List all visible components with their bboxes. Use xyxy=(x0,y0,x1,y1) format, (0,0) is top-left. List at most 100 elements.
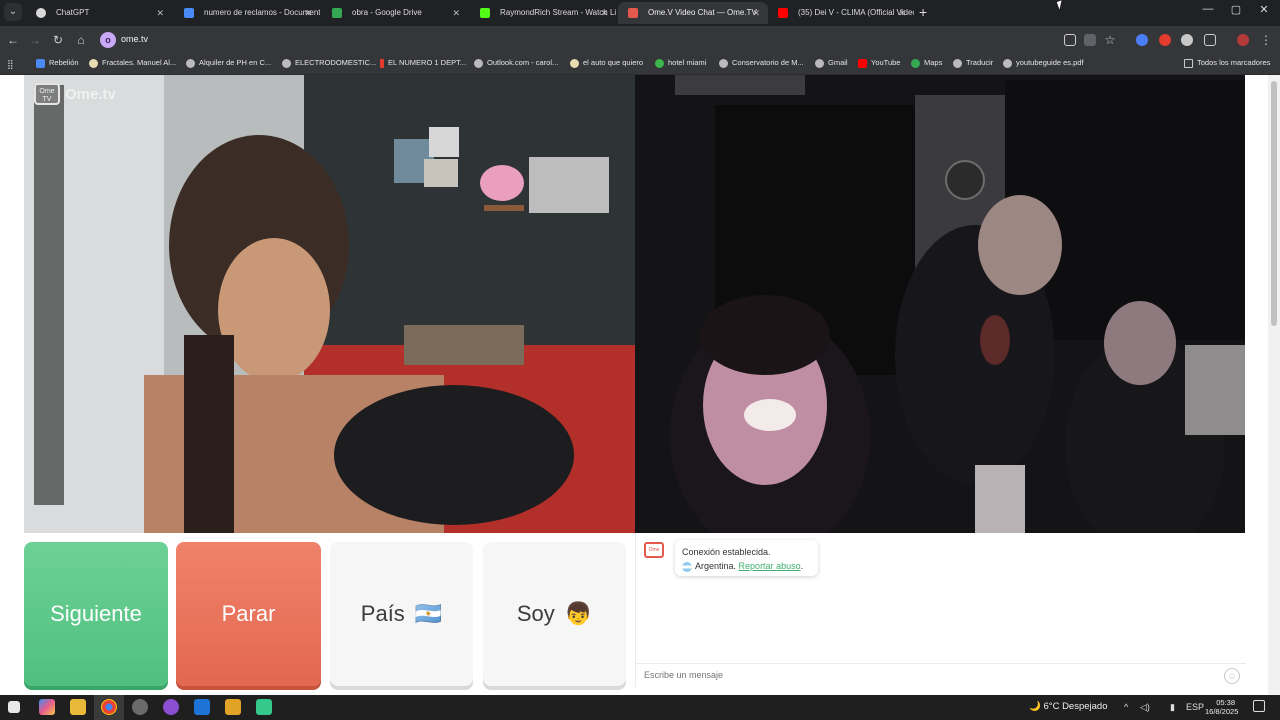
bookmarks-bar: ⣿ Rebelión Fractales. Manuel Al... Alqui… xyxy=(0,54,1280,75)
tab-ometv[interactable]: Ome.V Video Chat — Ome.TV ✕ xyxy=(618,2,768,24)
volume-icon[interactable]: ◁) xyxy=(1140,702,1150,713)
tab-search-button[interactable]: ⌄ xyxy=(4,3,22,21)
close-icon[interactable]: ✕ xyxy=(600,2,608,24)
extension-gray-icon[interactable] xyxy=(1181,34,1193,46)
globe-icon xyxy=(719,58,728,68)
tab-label: Ome.V Video Chat — Ome.TV xyxy=(648,8,757,17)
extension-blue-icon[interactable] xyxy=(1136,34,1148,46)
mouse-cursor-icon xyxy=(1056,0,1065,10)
bookmark-item[interactable]: YouTube xyxy=(858,58,900,68)
tray-chevron-icon[interactable]: ^ xyxy=(1124,702,1128,712)
bookmark-item[interactable]: Alquiler de PH en C... xyxy=(186,58,271,68)
app-icon[interactable] xyxy=(225,699,241,715)
language-indicator[interactable]: ESP xyxy=(1186,702,1204,712)
bookmark-item[interactable]: Maps xyxy=(911,58,942,68)
bookmark-icon xyxy=(655,58,664,68)
windows-start-icon[interactable] xyxy=(8,701,20,713)
tab-youtube[interactable]: (35) Dei V - CLIMA (Official Video) ✕ xyxy=(768,2,914,24)
bookmark-item[interactable]: Outlook.com - carol... xyxy=(474,58,558,68)
moon-icon: 🌙 xyxy=(1029,701,1041,712)
bookmark-item[interactable]: Rebelión xyxy=(36,58,79,68)
cast-icon[interactable] xyxy=(1064,34,1076,46)
close-icon[interactable]: ✕ xyxy=(156,2,164,24)
partner-country-line: Argentina. Reportar abuso. xyxy=(682,559,811,573)
scrollbar-thumb[interactable] xyxy=(1271,81,1277,326)
globe-icon xyxy=(282,58,291,68)
apps-icon[interactable]: ⣿ xyxy=(7,59,17,69)
lock-icon[interactable]: ▮ xyxy=(1170,702,1175,713)
bookmark-item[interactable]: Gmail xyxy=(815,58,848,68)
ometv-page: Ome TV Ome.tv Siguiente Parar País 🇦🇷 So… xyxy=(0,75,1280,695)
app-icon[interactable] xyxy=(132,699,148,715)
star-icon[interactable]: ☆ xyxy=(1102,32,1118,48)
bookmark-item[interactable]: youtubeguide es.pdf xyxy=(1003,58,1084,68)
back-icon[interactable]: ← xyxy=(5,32,21,48)
copilot-icon[interactable] xyxy=(39,699,55,715)
clock[interactable]: 05:38 16/8/2025 xyxy=(1205,698,1238,716)
ometv-icon xyxy=(628,8,638,18)
extensions-icon[interactable] xyxy=(1204,34,1216,46)
emoji-icon[interactable]: ☺ xyxy=(1224,668,1240,684)
forward-icon[interactable]: → xyxy=(27,32,43,48)
close-icon[interactable]: ✕ xyxy=(452,2,460,24)
extension-red-icon[interactable] xyxy=(1159,34,1171,46)
tab-drive[interactable]: obra - Google Drive ✕ xyxy=(322,2,468,24)
close-icon[interactable]: ✕ xyxy=(752,2,760,24)
app-icon[interactable] xyxy=(163,699,179,715)
bookmark-item[interactable]: Traducir xyxy=(953,58,993,68)
tab-chatgpt[interactable]: ChatGPT ✕ xyxy=(26,2,172,24)
minimize-button[interactable]: — xyxy=(1196,3,1220,15)
tab-label: ChatGPT xyxy=(56,8,90,17)
notifications-icon[interactable] xyxy=(1253,700,1265,712)
argentina-flag-icon xyxy=(682,561,692,572)
stop-button[interactable]: Parar xyxy=(176,542,321,686)
address-bar-row: ← → ↻ ⌂ o ome.tv ☆ ⋮ xyxy=(0,26,1280,54)
tab-strip: ⌄ ChatGPT ✕ numero de reclamos - Documen… xyxy=(0,0,1280,26)
new-tab-button[interactable]: + xyxy=(919,4,927,20)
bookmark-item[interactable]: ELECTRODOMESTIC... xyxy=(282,58,376,68)
app-icon[interactable] xyxy=(256,699,272,715)
tab-label: obra - Google Drive xyxy=(352,8,422,17)
file-explorer-icon[interactable] xyxy=(70,699,86,715)
menu-icon[interactable]: ⋮ xyxy=(1258,32,1274,48)
bookmark-icon xyxy=(570,58,579,68)
close-icon[interactable]: ✕ xyxy=(898,2,906,24)
chrome-icon[interactable] xyxy=(101,699,117,715)
translate-icon[interactable] xyxy=(1084,34,1096,46)
globe-icon xyxy=(815,58,824,68)
tab-kick-stream[interactable]: RaymondRich Stream - Watch Live ✕ xyxy=(470,2,616,24)
youtube-icon xyxy=(858,58,867,68)
connection-status: Conexión establecida. xyxy=(682,547,771,557)
home-icon[interactable]: ⌂ xyxy=(73,32,89,48)
bookmark-item[interactable]: Conservatorio de M... xyxy=(719,58,804,68)
globe-icon xyxy=(474,58,483,68)
weather-text: 6°C Despejado xyxy=(1043,701,1108,712)
report-abuse-link[interactable]: Reportar abuso xyxy=(739,561,801,571)
url-field[interactable]: ome.tv xyxy=(121,34,148,44)
site-info-icon[interactable]: o xyxy=(100,32,116,48)
bookmark-item[interactable]: hotel miami xyxy=(655,58,706,68)
profile-icon[interactable] xyxy=(1237,34,1249,46)
tab-documentos[interactable]: numero de reclamos - Documentos ✕ xyxy=(174,2,320,24)
globe-icon xyxy=(186,58,195,68)
bookmark-item[interactable]: Fractales. Manuel Al... xyxy=(89,58,176,68)
logo-text: Ome.tv xyxy=(65,86,116,103)
folder-icon xyxy=(1184,58,1193,68)
maximize-button[interactable]: ▢ xyxy=(1224,3,1248,16)
gender-button[interactable]: Soy 👦 xyxy=(483,542,626,686)
outlook-icon[interactable] xyxy=(194,699,210,715)
message-input[interactable] xyxy=(642,669,1206,681)
chatgpt-icon xyxy=(36,8,46,18)
partner-country: Argentina. xyxy=(695,561,737,571)
docs-icon xyxy=(184,8,194,18)
country-button[interactable]: País 🇦🇷 xyxy=(330,542,473,686)
next-button[interactable]: Siguiente xyxy=(24,542,168,686)
bookmark-item[interactable]: EL NUMERO 1 DEPT... xyxy=(380,58,466,68)
reload-icon[interactable]: ↻ xyxy=(50,32,66,48)
close-window-button[interactable]: ✕ xyxy=(1252,3,1276,16)
bookmark-item[interactable]: el auto que quiero xyxy=(570,58,643,68)
close-icon[interactable]: ✕ xyxy=(304,2,312,24)
weather-widget[interactable]: 🌙 6°C Despejado xyxy=(1029,701,1108,712)
bookmark-icon xyxy=(380,58,384,68)
all-bookmarks[interactable]: Todos los marcadores xyxy=(1184,58,1270,68)
